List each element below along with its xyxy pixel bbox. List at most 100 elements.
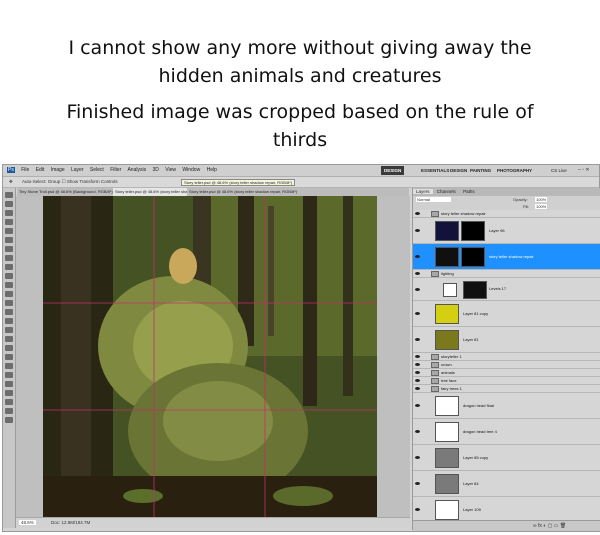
tool-icon[interactable] <box>5 237 13 243</box>
tab-document-1[interactable]: Tiny Stone Troll.psd @ 48.6% (Background… <box>17 188 113 196</box>
menu-image[interactable]: Image <box>51 167 65 173</box>
options-text[interactable]: Auto-Select: Group ☐ Show Transform Cont… <box>22 179 118 184</box>
eye-icon[interactable] <box>415 363 420 367</box>
opacity-value[interactable]: 100% <box>535 197 548 202</box>
tool-icon[interactable] <box>5 417 13 423</box>
tool-icon[interactable] <box>5 192 13 198</box>
layer-row[interactable]: dragon head tree 4 <box>413 419 600 445</box>
eye-icon[interactable] <box>415 379 420 383</box>
menu-layer[interactable]: Layer <box>71 167 84 173</box>
menu-analysis[interactable]: Analysis <box>127 167 146 173</box>
eye-icon[interactable] <box>415 212 420 216</box>
tool-icon[interactable] <box>5 300 13 306</box>
tool-icon[interactable] <box>5 345 13 351</box>
tab-channels[interactable]: Channels <box>434 189 459 194</box>
menu-view[interactable]: View <box>165 167 176 173</box>
menu-help[interactable]: Help <box>207 167 217 173</box>
tab-paths[interactable]: Paths <box>460 189 478 194</box>
tool-icon[interactable] <box>5 219 13 225</box>
eye-icon[interactable] <box>415 508 420 512</box>
tool-icon[interactable] <box>5 201 13 207</box>
eye-icon[interactable] <box>415 456 420 460</box>
workspace-painting[interactable]: PAINTING <box>470 166 491 175</box>
layer-group-row[interactable]: animals <box>413 369 600 377</box>
layer-row[interactable]: Layer 81 copy <box>413 301 600 327</box>
layer-row[interactable]: Layer 85 copy <box>413 445 600 471</box>
workspace-photography[interactable]: PHOTOGRAPHY <box>497 166 532 175</box>
tool-icon[interactable] <box>5 246 13 252</box>
tool-icon[interactable] <box>5 264 13 270</box>
cs-live-button[interactable]: CS Live <box>551 166 567 175</box>
tab-document-3[interactable]: Story teller.psd @ 48.6% (story teller s… <box>187 188 341 196</box>
tool-icon[interactable] <box>5 336 13 342</box>
tool-icon[interactable] <box>5 372 13 378</box>
eye-icon[interactable] <box>415 255 420 259</box>
tool-icon[interactable] <box>5 309 13 315</box>
layer-group-row[interactable]: story teller shadow repair <box>413 210 600 218</box>
tool-icon[interactable] <box>5 273 13 279</box>
blend-mode-select[interactable]: Normal <box>416 197 451 202</box>
layer-thumbnail[interactable] <box>435 330 459 350</box>
tool-icon[interactable] <box>5 354 13 360</box>
layer-thumbnail[interactable] <box>435 221 459 241</box>
tool-icon[interactable] <box>5 363 13 369</box>
layer-thumbnail[interactable] <box>435 474 459 494</box>
tool-icon[interactable] <box>5 318 13 324</box>
layer-group-row[interactable]: crown <box>413 361 600 369</box>
eye-icon[interactable] <box>415 312 420 316</box>
layer-group-row[interactable]: tree face <box>413 377 600 385</box>
workspace-design-2[interactable]: DESIGN <box>450 166 467 175</box>
layer-thumbnail[interactable] <box>435 247 459 267</box>
layer-thumbnail[interactable] <box>435 396 459 416</box>
layer-mask-thumbnail[interactable] <box>461 221 485 241</box>
layer-group-row[interactable]: fairy trees 1 <box>413 385 600 393</box>
menu-window[interactable]: Window <box>182 167 200 173</box>
tool-icon[interactable] <box>5 408 13 414</box>
eye-icon[interactable] <box>415 430 420 434</box>
layer-row[interactable]: Layer 96 <box>413 218 600 244</box>
layer-thumbnail[interactable] <box>435 304 459 324</box>
eye-icon[interactable] <box>415 287 420 292</box>
tab-layers[interactable]: Layers <box>413 189 433 194</box>
workspace-essentials[interactable]: ESSENTIALS <box>421 166 449 175</box>
layer-group-row[interactable]: storyteller 1 <box>413 353 600 361</box>
panel-footer-icons[interactable]: ∞ fx ◐ ▢ ▭ 🗑 <box>533 523 566 529</box>
tool-icon[interactable] <box>5 255 13 261</box>
eye-icon[interactable] <box>415 387 420 391</box>
eye-icon[interactable] <box>415 482 420 486</box>
canvas-area[interactable] <box>16 196 410 517</box>
eye-icon[interactable] <box>415 355 420 359</box>
layer-thumbnail[interactable] <box>435 500 459 520</box>
fill-value[interactable]: 100% <box>535 204 548 209</box>
layer-row[interactable]: Levels 17 <box>413 278 600 301</box>
layer-row[interactable]: Layer 81 <box>413 327 600 353</box>
menu-filter[interactable]: Filter <box>110 167 121 173</box>
tool-icon[interactable] <box>5 291 13 297</box>
layer-mask-thumbnail[interactable] <box>461 247 485 267</box>
layer-thumbnail[interactable] <box>435 422 459 442</box>
layer-thumbnail[interactable] <box>435 448 459 468</box>
tool-icon[interactable] <box>5 381 13 387</box>
menu-3d[interactable]: 3D <box>152 167 158 173</box>
layer-group-row[interactable]: lighting <box>413 270 600 278</box>
layer-row[interactable]: dragon head final <box>413 393 600 419</box>
tool-icon[interactable] <box>5 210 13 216</box>
menu-select[interactable]: Select <box>90 167 104 173</box>
eye-icon[interactable] <box>415 338 420 342</box>
menu-file[interactable]: File <box>21 167 29 173</box>
zoom-level[interactable]: 48.6% <box>19 520 36 525</box>
eye-icon[interactable] <box>415 229 420 233</box>
tab-document-2[interactable]: Story teller.psd @ 48.6% (story teller s… <box>113 188 187 196</box>
eye-icon[interactable] <box>415 404 420 408</box>
window-controls[interactable]: – ▫ ✕ <box>578 167 596 173</box>
eye-icon[interactable] <box>415 371 420 375</box>
tool-icon[interactable] <box>5 282 13 288</box>
workspace-design[interactable]: DESIGN <box>381 166 405 175</box>
menu-edit[interactable]: Edit <box>36 167 45 173</box>
tool-icon[interactable] <box>5 390 13 396</box>
tool-icon[interactable] <box>5 399 13 405</box>
eye-icon[interactable] <box>415 272 420 276</box>
tool-icon[interactable] <box>5 327 13 333</box>
layer-row[interactable]: story teller shadow repair <box>413 244 600 270</box>
tool-icon[interactable] <box>5 228 13 234</box>
